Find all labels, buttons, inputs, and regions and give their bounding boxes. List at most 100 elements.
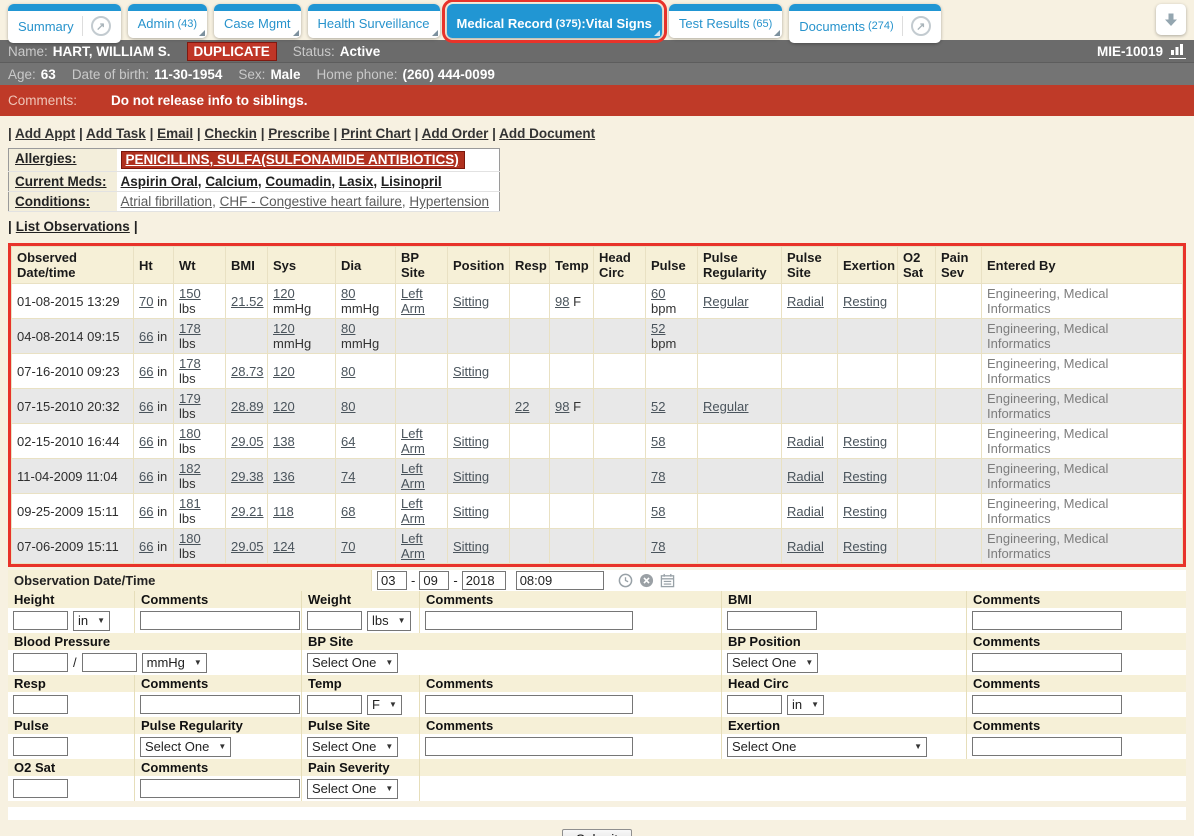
head-circ-input[interactable] bbox=[727, 695, 782, 714]
action-link[interactable]: Prescribe bbox=[268, 126, 330, 141]
observation-value-link[interactable]: Radial bbox=[787, 539, 824, 554]
action-link[interactable]: Add Appt bbox=[15, 126, 75, 141]
flowsheet-chart-button[interactable] bbox=[1169, 43, 1186, 59]
observation-value-link[interactable]: Resting bbox=[843, 469, 887, 484]
observation-value-link[interactable]: 178 bbox=[179, 356, 201, 371]
bmi-input[interactable] bbox=[727, 611, 817, 630]
observation-value-link[interactable]: 80 bbox=[341, 321, 355, 336]
observation-value-link[interactable]: Radial bbox=[787, 434, 824, 449]
observation-value-link[interactable]: 29.05 bbox=[231, 434, 264, 449]
condition-link[interactable]: Atrial fibrillation bbox=[121, 194, 213, 209]
observation-value-link[interactable]: Sitting bbox=[453, 539, 489, 554]
observation-value-link[interactable]: 66 bbox=[139, 329, 153, 344]
action-link[interactable]: Email bbox=[157, 126, 193, 141]
resp-comments-input[interactable] bbox=[140, 695, 300, 714]
observation-value-link[interactable]: Resting bbox=[843, 294, 887, 309]
observation-value-link[interactable]: Radial bbox=[787, 469, 824, 484]
observation-value-link[interactable]: 66 bbox=[139, 364, 153, 379]
open-in-new-icon[interactable]: ↗ bbox=[91, 16, 111, 36]
observation-value-link[interactable]: 68 bbox=[341, 504, 355, 519]
observation-value-link[interactable]: 58 bbox=[651, 504, 665, 519]
action-link[interactable]: Checkin bbox=[204, 126, 257, 141]
resp-input[interactable] bbox=[13, 695, 68, 714]
observation-value-link[interactable]: 66 bbox=[139, 539, 153, 554]
observation-value-link[interactable]: 28.73 bbox=[231, 364, 264, 379]
observation-value-link[interactable]: 64 bbox=[341, 434, 355, 449]
observation-value-link[interactable]: 150 bbox=[179, 286, 201, 301]
tab-case-mgmt[interactable]: Case Mgmt bbox=[214, 4, 300, 38]
observation-value-link[interactable]: 29.38 bbox=[231, 469, 264, 484]
observation-value-link[interactable]: Radial bbox=[787, 504, 824, 519]
observation-value-link[interactable]: Radial bbox=[787, 294, 824, 309]
observation-value-link[interactable]: 120 bbox=[273, 286, 295, 301]
observation-value-link[interactable]: 78 bbox=[651, 469, 665, 484]
observation-value-link[interactable]: Regular bbox=[703, 294, 749, 309]
date-year-input[interactable] bbox=[462, 571, 506, 590]
pulse-regularity-select[interactable]: Select One▼ bbox=[140, 737, 231, 757]
clock-icon[interactable] bbox=[618, 573, 633, 588]
submit-button[interactable]: Submit bbox=[562, 829, 632, 836]
tab-documents[interactable]: Documents (274) ↗ bbox=[789, 4, 940, 43]
allergies-link[interactable]: Allergies: bbox=[15, 151, 77, 166]
medication-link[interactable]: Calcium bbox=[205, 174, 258, 189]
observation-value-link[interactable]: Left Arm bbox=[401, 531, 425, 561]
height-input[interactable] bbox=[13, 611, 68, 630]
observation-value-link[interactable]: Left Arm bbox=[401, 426, 425, 456]
observation-value-link[interactable]: 80 bbox=[341, 399, 355, 414]
observation-value-link[interactable]: Sitting bbox=[453, 469, 489, 484]
o2-sat-input[interactable] bbox=[13, 779, 68, 798]
observation-value-link[interactable]: 124 bbox=[273, 539, 295, 554]
observation-value-link[interactable]: 66 bbox=[139, 399, 153, 414]
observation-value-link[interactable]: Left Arm bbox=[401, 286, 425, 316]
observation-value-link[interactable]: Resting bbox=[843, 539, 887, 554]
head-circ-comments-input[interactable] bbox=[972, 695, 1122, 714]
observation-value-link[interactable]: 52 bbox=[651, 321, 665, 336]
observation-value-link[interactable]: Regular bbox=[703, 399, 749, 414]
observation-value-link[interactable]: Sitting bbox=[453, 364, 489, 379]
tab-test-results[interactable]: Test Results (65) bbox=[669, 4, 782, 38]
observation-value-link[interactable]: 80 bbox=[341, 364, 355, 379]
pulse-comments-input[interactable] bbox=[425, 737, 633, 756]
observation-value-link[interactable]: 118 bbox=[273, 504, 294, 519]
bmi-comments-input[interactable] bbox=[972, 611, 1122, 630]
observation-value-link[interactable]: 182 bbox=[179, 461, 201, 476]
exertion-comments-input[interactable] bbox=[972, 737, 1122, 756]
observation-value-link[interactable]: 98 bbox=[555, 399, 569, 414]
o2-sat-comments-input[interactable] bbox=[140, 779, 300, 798]
clear-icon[interactable] bbox=[639, 573, 654, 588]
observation-value-link[interactable]: 21.52 bbox=[231, 294, 264, 309]
action-link[interactable]: Print Chart bbox=[341, 126, 411, 141]
weight-comments-input[interactable] bbox=[425, 611, 633, 630]
bp-systolic-input[interactable] bbox=[13, 653, 68, 672]
weight-unit-select[interactable]: lbs▼ bbox=[367, 611, 411, 631]
observation-value-link[interactable]: 70 bbox=[139, 294, 153, 309]
bp-diastolic-input[interactable] bbox=[82, 653, 137, 672]
observation-value-link[interactable]: 120 bbox=[273, 364, 295, 379]
bp-comments-input[interactable] bbox=[972, 653, 1122, 672]
temp-unit-select[interactable]: F▼ bbox=[367, 695, 402, 715]
observation-value-link[interactable]: 98 bbox=[555, 294, 569, 309]
tab-admin[interactable]: Admin (43) bbox=[128, 4, 207, 38]
action-link[interactable]: Add Document bbox=[499, 126, 595, 141]
head-circ-unit-select[interactable]: in▼ bbox=[787, 695, 824, 715]
current-meds-link[interactable]: Current Meds: bbox=[15, 174, 107, 189]
medication-link[interactable]: Lasix bbox=[339, 174, 374, 189]
observation-value-link[interactable]: 66 bbox=[139, 504, 153, 519]
weight-input[interactable] bbox=[307, 611, 362, 630]
temp-comments-input[interactable] bbox=[425, 695, 633, 714]
bp-site-select[interactable]: Select One▼ bbox=[307, 653, 398, 673]
observation-value-link[interactable]: 179 bbox=[179, 391, 201, 406]
calendar-icon[interactable] bbox=[660, 573, 675, 588]
exertion-select[interactable]: Select One▼ bbox=[727, 737, 927, 757]
medication-link[interactable]: Aspirin Oral bbox=[121, 174, 198, 189]
pain-severity-select[interactable]: Select One▼ bbox=[307, 779, 398, 799]
observation-value-link[interactable]: 52 bbox=[651, 399, 665, 414]
bp-position-select[interactable]: Select One▼ bbox=[727, 653, 818, 673]
observation-value-link[interactable]: 74 bbox=[341, 469, 355, 484]
observation-value-link[interactable]: 120 bbox=[273, 399, 295, 414]
medication-link[interactable]: Lisinopril bbox=[381, 174, 442, 189]
bp-unit-select[interactable]: mmHg▼ bbox=[142, 653, 207, 673]
action-link[interactable]: Add Order bbox=[422, 126, 489, 141]
observation-value-link[interactable]: 70 bbox=[341, 539, 355, 554]
temp-input[interactable] bbox=[307, 695, 362, 714]
